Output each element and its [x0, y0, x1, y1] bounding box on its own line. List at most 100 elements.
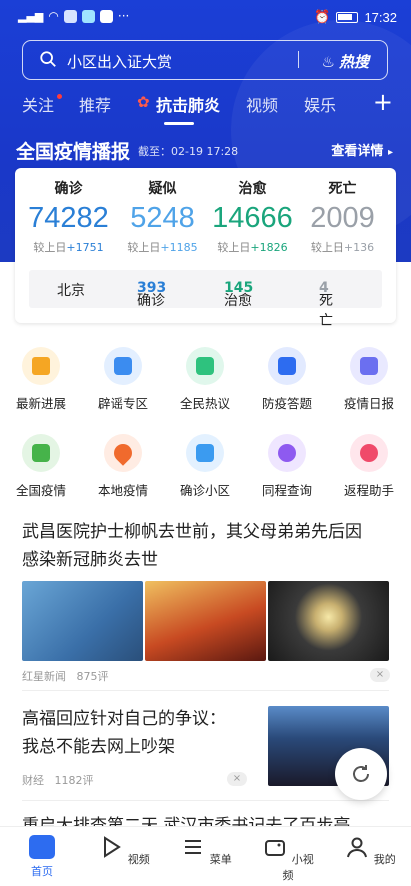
- dismiss-icon[interactable]: ×: [370, 668, 390, 682]
- stat-cured: 治愈 14666 较上日+1826: [205, 178, 300, 255]
- service-rumor-debunk[interactable]: 辟谣专区: [82, 347, 164, 412]
- stat-change: 较上日+1185: [127, 241, 198, 254]
- nav-label: 小视频: [282, 853, 314, 882]
- news-title-line: 重启大排查第二天 武汉市委书记去了百步亭: [22, 816, 351, 826]
- chat-icon: [196, 357, 214, 375]
- status-bar: ▂▄▆ ◠ ··· ⏰ 17:32: [0, 0, 411, 34]
- nav-label: 首页: [31, 865, 53, 878]
- stat-change: 较上日+136: [310, 241, 375, 254]
- medal-icon: ✿: [137, 93, 150, 111]
- star-icon: [32, 357, 50, 375]
- service-same-trip[interactable]: 同程查询: [246, 434, 328, 499]
- service-quiz[interactable]: 防疫答题: [246, 347, 328, 412]
- building-icon: [196, 444, 214, 462]
- news-item-2-title[interactable]: 高福回应针对自己的争议： 我总不能去网上吵架: [22, 705, 226, 761]
- nav-short-video[interactable]: 小视频: [258, 835, 318, 883]
- wifi-icon: ◠: [48, 9, 59, 23]
- divider: [22, 800, 389, 801]
- signal-icon: ▂▄▆: [18, 9, 44, 23]
- service-discussion[interactable]: 全民热议: [164, 347, 246, 412]
- stat-value: 5248: [130, 202, 195, 234]
- stat-dead: 死亡 2009 较上日+136: [295, 178, 390, 255]
- dismiss-icon[interactable]: ×: [227, 772, 247, 786]
- epidemic-stats-card[interactable]: 确诊 74282 较上日+1751 疑似 5248 较上日+1185 治愈 14…: [15, 168, 396, 329]
- quiz-icon: [278, 357, 296, 375]
- stat-label: 死亡: [328, 181, 357, 197]
- camera-icon: [265, 840, 286, 856]
- play-icon: [104, 836, 122, 858]
- stat-change: 较上日+1751: [33, 241, 104, 254]
- nav-me[interactable]: 我的: [340, 835, 400, 867]
- news-title-line: 高福回应针对自己的争议：: [22, 709, 226, 729]
- local-city-row[interactable]: 北京 确诊 393 治愈 145 死亡 4: [29, 270, 382, 329]
- service-national[interactable]: 全国疫情: [0, 434, 82, 499]
- service-latest-progress[interactable]: 最新进展: [0, 347, 82, 412]
- home-icon: [29, 835, 55, 859]
- nav-video[interactable]: 视频: [94, 835, 154, 867]
- service-label: 返程助手: [343, 483, 394, 498]
- service-label: 全国疫情: [15, 483, 66, 498]
- return-icon: [360, 444, 378, 462]
- service-label: 确诊小区: [179, 483, 230, 498]
- chevron-right-icon: ▸: [387, 147, 393, 158]
- tab-fight-pneumonia[interactable]: 抗击肺炎: [156, 92, 220, 116]
- app-icon: [99, 9, 113, 23]
- news-image[interactable]: [268, 581, 389, 661]
- stat-value: 2009: [310, 202, 375, 234]
- service-label: 最新进展: [15, 396, 66, 411]
- more-icon: ···: [117, 9, 130, 23]
- bottom-nav: 首页 视频 菜单 小视频 我的: [0, 826, 411, 886]
- nav-home[interactable]: 首页: [12, 835, 72, 879]
- alarm-icon: ⏰: [314, 9, 331, 24]
- news-title-line: 我总不能去网上吵架: [22, 737, 175, 757]
- location-pin-icon: [110, 440, 136, 466]
- stat-change: 较上日+1826: [217, 241, 288, 254]
- nav-menu[interactable]: 菜单: [176, 835, 236, 867]
- news-image[interactable]: [22, 581, 143, 661]
- nav-label: 菜单: [209, 853, 232, 866]
- person-icon: [347, 837, 368, 858]
- tab-entertainment[interactable]: 娱乐: [304, 92, 336, 116]
- stat-suspected: 疑似 5248 较上日+1185: [115, 178, 210, 255]
- active-tab-indicator: [164, 122, 194, 125]
- hot-search-button[interactable]: ♨ 热搜: [322, 51, 369, 72]
- report-cutoff: 截至：02-19 17:28: [138, 145, 239, 158]
- news-title-line: 感染新冠肺炎去世: [22, 550, 158, 570]
- service-label: 疫情日报: [343, 396, 394, 411]
- unread-dot: [57, 94, 62, 99]
- search-doc-icon: [114, 357, 132, 375]
- divider: [22, 690, 389, 691]
- view-details-link[interactable]: 查看详情 ▸: [331, 140, 393, 159]
- tab-video[interactable]: 视频: [246, 92, 278, 116]
- tab-recommend[interactable]: 推荐: [79, 92, 111, 116]
- service-label: 本地疫情: [97, 483, 148, 498]
- service-label: 全民热议: [179, 396, 230, 411]
- service-local[interactable]: 本地疫情: [82, 434, 164, 499]
- nav-label: 视频: [127, 853, 150, 866]
- refresh-button[interactable]: [335, 748, 387, 800]
- stat-label: 治愈: [238, 181, 267, 197]
- news-image[interactable]: [145, 581, 266, 661]
- service-daily-report[interactable]: 疫情日报: [328, 347, 410, 412]
- service-return-helper[interactable]: 返程助手: [328, 434, 410, 499]
- nav-label: 我的: [373, 853, 396, 866]
- clock: 17:32: [364, 9, 397, 25]
- flame-icon: ♨: [321, 52, 335, 71]
- tab-follow[interactable]: 关注: [22, 92, 54, 116]
- service-label: 同程查询: [261, 483, 312, 498]
- service-label: 防疫答题: [261, 396, 312, 411]
- map-icon: [32, 444, 50, 462]
- divider: [297, 51, 299, 68]
- service-label: 辟谣专区: [97, 396, 148, 411]
- city-dead: 死亡 4: [319, 280, 333, 329]
- news-item-3-title[interactable]: 重启大排查第二天 武汉市委书记去了百步亭: [22, 812, 350, 826]
- search-icon: [40, 51, 56, 67]
- news-item-1-title[interactable]: 武昌医院护士柳帆去世前，其父母弟弟先后因 感染新冠肺炎去世: [22, 518, 362, 574]
- search-bar[interactable]: 小区出入证大赏 ♨ 热搜: [22, 40, 388, 80]
- report-title: 全国疫情播报: [16, 141, 131, 163]
- add-channel-icon[interactable]: +: [373, 88, 393, 116]
- stat-value: 74282: [28, 202, 109, 234]
- stat-confirmed: 确诊 74282 较上日+1751: [21, 178, 116, 255]
- service-confirmed-community[interactable]: 确诊小区: [164, 434, 246, 499]
- news-title-line: 武昌医院护士柳帆去世前，其父母弟弟先后因: [22, 522, 362, 542]
